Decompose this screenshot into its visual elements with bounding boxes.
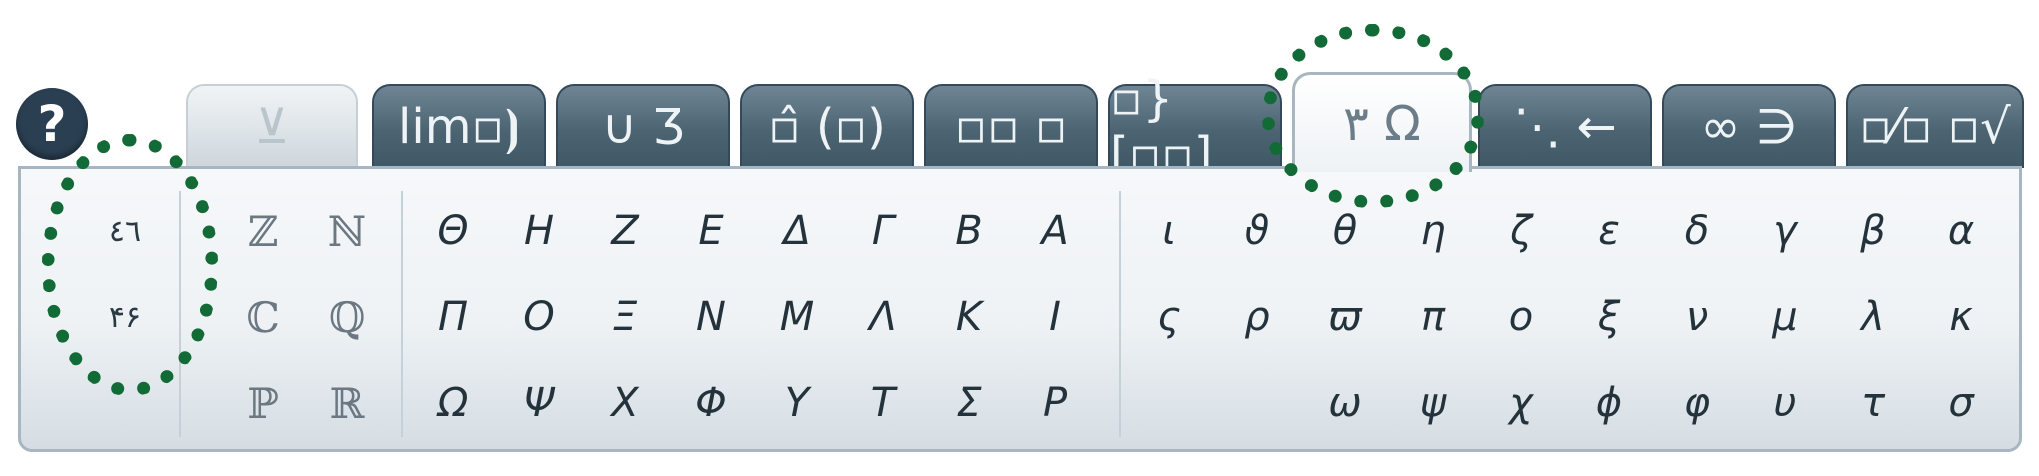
tab-limits-icon[interactable]: lim▫⦘ <box>372 84 546 168</box>
greek-uppercase-button[interactable]: Α <box>1015 191 1095 271</box>
panel-divider <box>1119 191 1121 437</box>
greek-uppercase-button[interactable]: Λ <box>843 277 923 357</box>
greek-lowercase-button[interactable]: φ <box>1657 363 1737 443</box>
tab-layout-icon[interactable]: ▫▫ ▫ <box>924 84 1098 168</box>
greek-lowercase-button[interactable]: κ <box>1921 277 2001 357</box>
greek-lowercase-button[interactable]: α <box>1921 191 2001 271</box>
greek-lowercase-button[interactable]: χ <box>1481 363 1561 443</box>
greek-uppercase-button[interactable]: Φ <box>671 363 751 443</box>
greek-lowercase-button[interactable]: δ <box>1657 191 1737 271</box>
greek-lowercase-button[interactable]: ρ <box>1217 277 1297 357</box>
greek-uppercase-button[interactable]: Σ <box>929 363 1009 443</box>
greek-uppercase-button[interactable]: Γ <box>843 191 923 271</box>
greek-lowercase-button[interactable]: λ <box>1833 277 1913 357</box>
greek-lowercase-button[interactable]: π <box>1393 277 1473 357</box>
greek-uppercase-button[interactable]: Δ <box>757 191 837 271</box>
tab-insert-icon: ⊻ <box>186 84 358 168</box>
greek-uppercase-button[interactable]: Η <box>499 191 579 271</box>
greek-uppercase-button[interactable]: Θ <box>413 191 493 271</box>
greek-lowercase-button[interactable]: ϕ <box>1569 363 1649 443</box>
greek-uppercase-button[interactable]: Ι <box>1015 277 1095 357</box>
greek-lowercase-button[interactable]: ξ <box>1569 277 1649 357</box>
greek-lowercase-button[interactable]: ι <box>1129 191 1209 271</box>
greek-uppercase-button[interactable]: Ο <box>499 277 579 357</box>
greek-lowercase-button[interactable]: ϖ <box>1305 277 1385 357</box>
number-set-button[interactable]: ℕ <box>307 191 387 271</box>
greek-uppercase-button[interactable]: Ξ <box>585 277 665 357</box>
insert-icon: ⊻ <box>254 99 290 155</box>
symbol-panel: ٤٦ ۴۶ ℤ ℕ ℂ ℚ ℙ ℝ Θ Η Ζ Ε Δ Γ Β Α Π Ο Ξ Ν Μ Λ Κ Ι Ω Ψ Χ Φ Υ Τ Σ Ρι ϑ θ η ζ ε… <box>18 166 2022 452</box>
greek-lowercase-button[interactable]: μ <box>1745 277 1825 357</box>
greek-lowercase-button[interactable]: ν <box>1657 277 1737 357</box>
digit-style-button[interactable]: ۴۶ <box>85 277 165 357</box>
tab-fraction-root-icon[interactable]: ▫⁄▫ ▫√ <box>1846 84 2024 168</box>
greek-lowercase-button[interactable]: ω <box>1305 363 1385 443</box>
tab-greek-letters-icon[interactable]: ٣ Ω <box>1292 72 1472 172</box>
greek-lowercase-button[interactable]: β <box>1833 191 1913 271</box>
number-set-button[interactable]: ℚ <box>307 277 387 357</box>
greek-uppercase-button[interactable]: Τ <box>843 363 923 443</box>
greek-uppercase-button[interactable]: Ρ <box>1015 363 1095 443</box>
operators-icon: ∪ Ʒ <box>601 99 685 155</box>
tab-matrix-icon[interactable]: ▫} [▫▫] <box>1108 71 1282 183</box>
digit-style-button[interactable]: ٤٦ <box>85 191 165 271</box>
greek-lowercase-button[interactable]: γ <box>1745 191 1825 271</box>
greek-lowercase-button[interactable]: η <box>1393 191 1473 271</box>
greek-lowercase-button[interactable]: τ <box>1833 363 1913 443</box>
tab-symbols-icon[interactable]: ∞ ∋ <box>1662 84 1836 168</box>
number-set-button[interactable]: ℂ <box>223 277 303 357</box>
greek-lowercase-button[interactable]: ζ <box>1481 191 1561 271</box>
arrows-dots-icon: ⋱ ← <box>1513 99 1617 155</box>
greek-lowercase-button[interactable]: υ <box>1745 363 1825 443</box>
greek-uppercase-button[interactable]: Κ <box>929 277 1009 357</box>
greek-lowercase-button[interactable]: ψ <box>1393 363 1473 443</box>
greek-lowercase-button[interactable]: ς <box>1129 277 1209 357</box>
accents-brackets-icon: ▫̂ (▫) <box>768 99 886 155</box>
fraction-root-icon: ▫⁄▫ ▫√ <box>1859 99 2011 155</box>
greek-lowercase-button[interactable]: ϑ <box>1217 191 1297 271</box>
tab-arrows-dots-icon[interactable]: ⋱ ← <box>1478 84 1652 168</box>
greek-uppercase-button[interactable]: Ω <box>413 363 493 443</box>
help-button[interactable]: ? <box>16 88 88 160</box>
limits-icon: lim▫⦘ <box>398 98 520 155</box>
greek-uppercase-button[interactable]: Μ <box>757 277 837 357</box>
greek-lowercase-button[interactable]: σ <box>1921 363 2001 443</box>
symbols-icon: ∞ ∋ <box>1700 99 1798 155</box>
greek-letters-icon: ٣ Ω <box>1343 95 1421 152</box>
greek-lowercase-button[interactable]: ε <box>1569 191 1649 271</box>
tab-operators-icon[interactable]: ∪ Ʒ <box>556 84 730 168</box>
greek-lowercase-button[interactable]: θ <box>1305 191 1385 271</box>
greek-uppercase-button[interactable]: Ν <box>671 277 751 357</box>
number-set-button[interactable]: ℝ <box>307 363 387 443</box>
greek-uppercase-button[interactable]: Β <box>929 191 1009 271</box>
greek-lowercase-button[interactable]: ο <box>1481 277 1561 357</box>
greek-uppercase-button[interactable]: Ε <box>671 191 751 271</box>
greek-uppercase-button[interactable]: Υ <box>757 363 837 443</box>
panel-divider <box>401 191 403 437</box>
number-set-button[interactable]: ℙ <box>223 363 303 443</box>
greek-uppercase-button[interactable]: Ψ <box>499 363 579 443</box>
greek-uppercase-button[interactable]: Χ <box>585 363 665 443</box>
number-set-button[interactable]: ℤ <box>223 191 303 271</box>
greek-uppercase-button[interactable]: Π <box>413 277 493 357</box>
greek-uppercase-button[interactable]: Ζ <box>585 191 665 271</box>
panel-divider <box>179 191 181 437</box>
tab-accents-brackets-icon[interactable]: ▫̂ (▫) <box>740 84 914 168</box>
layout-icon: ▫▫ ▫ <box>954 99 1068 155</box>
